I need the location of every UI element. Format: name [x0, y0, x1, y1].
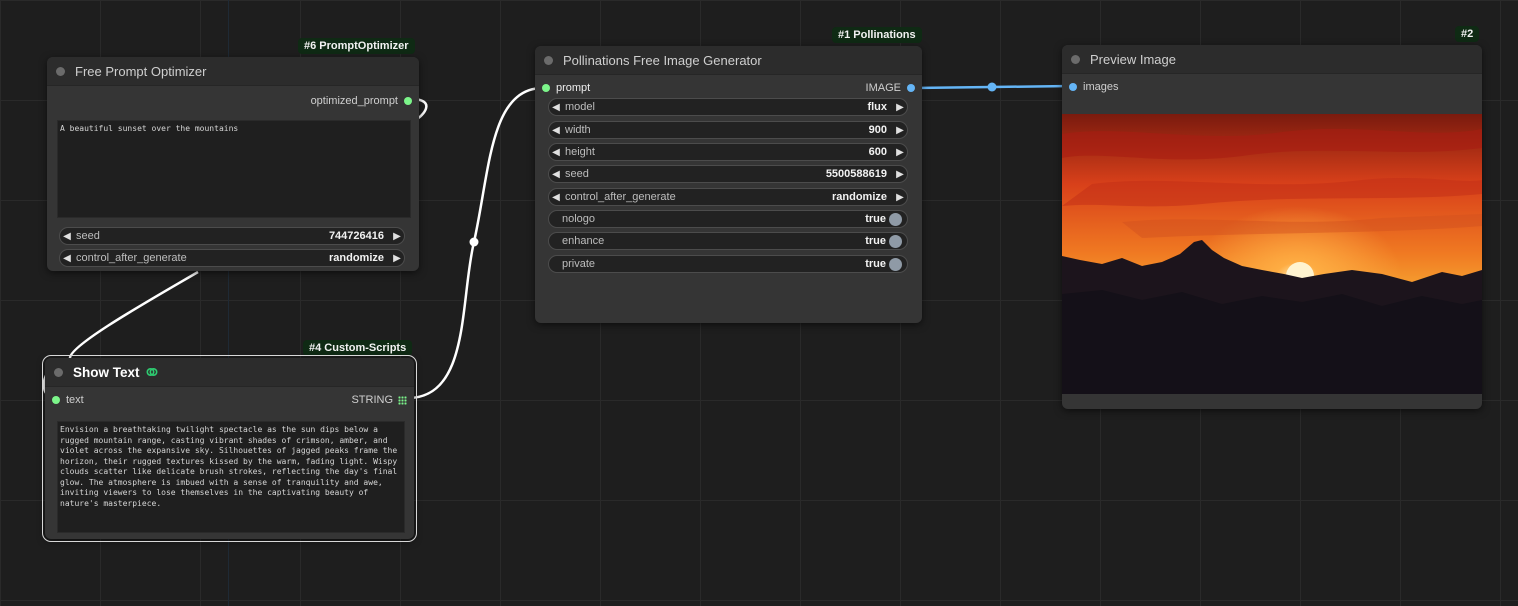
widget-label: control_after_generate: [565, 191, 676, 203]
node-title: Free Prompt Optimizer: [75, 63, 207, 79]
nologo-toggle[interactable]: nologo true: [548, 210, 908, 228]
seed-widget[interactable]: ◀ seed 744726416 ▶: [59, 227, 405, 245]
link-optimizer-to-showtext-2: [68, 270, 199, 359]
seed-widget[interactable]: ◀ seed 5500588619 ▶: [548, 165, 908, 183]
node-title-bar[interactable]: Preview Image: [1062, 45, 1482, 74]
node-title: Preview Image: [1090, 51, 1176, 67]
toggle-knob-icon[interactable]: [889, 212, 902, 226]
node-title-bar[interactable]: Pollinations Free Image Generator: [535, 46, 922, 75]
toggle-label: enhance: [562, 235, 605, 247]
control-after-generate-widget[interactable]: ◀ control_after_generate randomize ▶: [59, 249, 405, 267]
toggle-value: true: [865, 258, 886, 270]
toggle-label: private: [562, 258, 596, 270]
decrement-arrow-icon[interactable]: ◀: [549, 192, 563, 203]
collapse-dot-icon[interactable]: [1071, 54, 1080, 64]
widget-label: seed: [565, 168, 589, 180]
widget-label: width: [565, 124, 591, 136]
generated-sunset-image[interactable]: [1062, 114, 1482, 394]
increment-arrow-icon[interactable]: ▶: [893, 169, 907, 180]
collapse-dot-icon[interactable]: [54, 367, 63, 377]
decrement-arrow-icon[interactable]: ◀: [60, 253, 74, 264]
node-pollinations[interactable]: Pollinations Free Image Generator prompt…: [535, 46, 922, 323]
output-socket[interactable]: [907, 84, 915, 92]
node-badge-preview: #2: [1455, 26, 1480, 42]
decrement-arrow-icon[interactable]: ◀: [549, 147, 563, 158]
node-badge-pollinations: #1 Pollinations: [832, 27, 922, 43]
widget-value: 744726416: [328, 230, 384, 242]
input-socket[interactable]: [542, 84, 550, 92]
toggle-knob-icon[interactable]: [889, 257, 902, 271]
toggle-value: true: [865, 235, 886, 247]
custom-scripts-link-icon: [146, 367, 158, 377]
toggle-label: nologo: [562, 213, 596, 225]
toggle-value: true: [865, 213, 886, 225]
input-label: images: [1083, 81, 1119, 93]
widget-value: 900: [868, 124, 887, 136]
increment-arrow-icon[interactable]: ▶: [893, 192, 907, 203]
control-after-generate-widget[interactable]: ◀ control_after_generate randomize ▶: [548, 188, 908, 206]
decrement-arrow-icon[interactable]: ◀: [549, 125, 563, 136]
increment-arrow-icon[interactable]: ▶: [893, 147, 907, 158]
input-label: prompt: [556, 82, 591, 94]
increment-arrow-icon[interactable]: ▶: [390, 231, 404, 242]
node-title: Pollinations Free Image Generator: [563, 52, 762, 68]
widget-value: 5500588619: [825, 168, 887, 180]
collapse-dot-icon[interactable]: [544, 55, 553, 65]
widget-label: seed: [76, 230, 100, 242]
private-toggle[interactable]: private true: [548, 255, 908, 273]
output-socket[interactable]: [404, 97, 412, 105]
node-io-row: text STRING: [45, 389, 414, 411]
node-title: Show Text: [73, 364, 140, 380]
width-widget[interactable]: ◀ width 900 ▶: [548, 121, 908, 139]
widget-value: randomize: [328, 252, 384, 264]
widget-value: flux: [867, 101, 887, 113]
widget-label: control_after_generate: [76, 252, 187, 264]
node-title-bar[interactable]: Free Prompt Optimizer: [47, 57, 419, 86]
height-widget[interactable]: ◀ height 600 ▶: [548, 143, 908, 161]
output-label: STRING: [351, 394, 393, 406]
widget-value: 600: [868, 146, 887, 158]
output-label: optimized_prompt: [310, 95, 398, 107]
widget-value: randomize: [831, 191, 887, 203]
output-label: IMAGE: [865, 82, 901, 94]
enhance-toggle[interactable]: enhance true: [548, 232, 908, 250]
decrement-arrow-icon[interactable]: ◀: [549, 102, 563, 113]
node-io-row: optimized_prompt: [47, 90, 419, 112]
toggle-knob-icon[interactable]: [889, 234, 902, 248]
node-io-row: images: [1062, 76, 1482, 98]
decrement-arrow-icon[interactable]: ◀: [60, 231, 74, 242]
widget-label: model: [565, 101, 595, 113]
show-text-output[interactable]: Envision a breathtaking twilight spectac…: [57, 421, 405, 533]
input-socket[interactable]: [52, 396, 60, 404]
increment-arrow-icon[interactable]: ▶: [390, 253, 404, 264]
model-widget[interactable]: ◀ model flux ▶: [548, 98, 908, 116]
widget-label: height: [565, 146, 595, 158]
node-io-row: prompt IMAGE: [535, 77, 922, 99]
increment-arrow-icon[interactable]: ▶: [893, 102, 907, 113]
grid-socket-icon[interactable]: [398, 395, 407, 405]
decrement-arrow-icon[interactable]: ◀: [549, 169, 563, 180]
link-pollinations-to-preview: [912, 84, 1072, 90]
reroute-dot: [469, 237, 479, 247]
input-socket[interactable]: [1069, 83, 1077, 91]
link-showtext-to-pollinations: [407, 86, 544, 400]
input-label: text: [66, 394, 84, 406]
reroute-dot-blue: [987, 82, 997, 92]
prompt-textarea[interactable]: A beautiful sunset over the mountains: [57, 120, 411, 218]
node-badge-promptoptimizer: #6 PromptOptimizer: [298, 38, 415, 54]
node-badge-custom-scripts: #4 Custom-Scripts: [303, 340, 413, 356]
collapse-dot-icon[interactable]: [56, 66, 65, 76]
increment-arrow-icon[interactable]: ▶: [893, 125, 907, 136]
node-title-bar[interactable]: Show Text: [45, 358, 414, 387]
